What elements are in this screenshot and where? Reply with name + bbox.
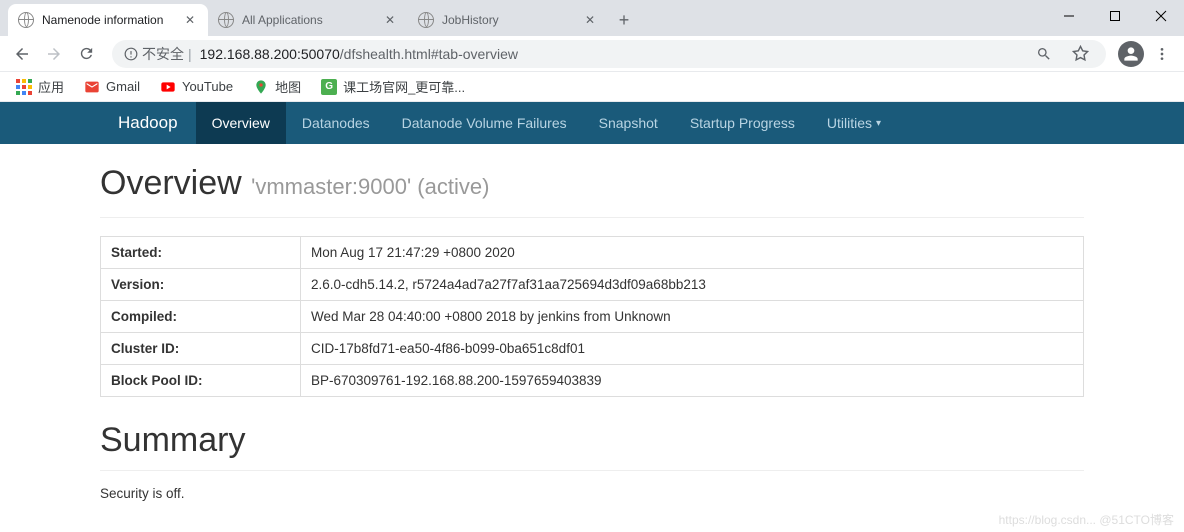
close-icon[interactable]: ✕: [182, 12, 198, 28]
star-icon[interactable]: [1066, 40, 1094, 68]
browser-toolbar: 不安全 | 192.168.88.200:50070/dfshealth.htm…: [0, 36, 1184, 72]
main-content: Overview 'vmmaster:9000' (active) Starte…: [0, 144, 1184, 501]
security-indicator[interactable]: 不安全 |: [124, 44, 192, 64]
gmail-icon: [84, 79, 100, 95]
close-button[interactable]: [1138, 0, 1184, 32]
table-row: Block Pool ID:BP-670309761-192.168.88.20…: [101, 365, 1084, 397]
close-icon[interactable]: ✕: [382, 12, 398, 28]
apps-label: 应用: [38, 77, 64, 96]
maximize-button[interactable]: [1092, 0, 1138, 32]
globe-icon: [18, 12, 34, 28]
back-button[interactable]: [8, 40, 36, 68]
reload-button[interactable]: [72, 40, 100, 68]
watermark: https://blog.csdn... @51CTO博客: [999, 511, 1174, 528]
table-row: Compiled:Wed Mar 28 04:40:00 +0800 2018 …: [101, 301, 1084, 333]
hadoop-nav: Hadoop Overview Datanodes Datanode Volum…: [0, 102, 1184, 144]
tab-title: Namenode information: [42, 13, 174, 27]
window-controls: [1046, 0, 1184, 32]
bookmark-maps[interactable]: 地图: [245, 73, 309, 100]
minimize-button[interactable]: [1046, 0, 1092, 32]
kgc-icon: G: [321, 79, 337, 95]
summary-title: Summary: [100, 421, 1084, 460]
table-row: Cluster ID:CID-17b8fd71-ea50-4f86-b099-0…: [101, 333, 1084, 365]
globe-icon: [218, 12, 234, 28]
table-row: Version:2.6.0-cdh5.14.2, r5724a4ad7a27f7…: [101, 269, 1084, 301]
maps-icon: [253, 79, 269, 95]
forward-button[interactable]: [40, 40, 68, 68]
divider: [100, 217, 1084, 218]
browser-tab-2[interactable]: JobHistory ✕: [408, 4, 608, 36]
nav-datanode-failures[interactable]: Datanode Volume Failures: [386, 102, 583, 144]
divider: [100, 470, 1084, 471]
address-bar[interactable]: 不安全 | 192.168.88.200:50070/dfshealth.htm…: [112, 40, 1106, 68]
nav-utilities[interactable]: Utilities▾: [811, 102, 897, 144]
globe-icon: [418, 12, 434, 28]
page-subtitle: 'vmmaster:9000' (active): [251, 174, 489, 199]
new-tab-button[interactable]: +: [608, 4, 640, 36]
youtube-icon: [160, 79, 176, 95]
tab-strip: Namenode information ✕ All Applications …: [0, 0, 1184, 36]
nav-startup-progress[interactable]: Startup Progress: [674, 102, 811, 144]
security-label: 不安全: [142, 44, 184, 64]
nav-snapshot[interactable]: Snapshot: [583, 102, 674, 144]
bookmarks-bar: 应用 Gmail YouTube 地图 G 课工场官网_更可靠...: [0, 72, 1184, 102]
page-title: Overview 'vmmaster:9000' (active): [100, 164, 1084, 203]
overview-table: Started:Mon Aug 17 21:47:29 +0800 2020 V…: [100, 236, 1084, 397]
browser-tab-1[interactable]: All Applications ✕: [208, 4, 408, 36]
close-icon[interactable]: ✕: [582, 12, 598, 28]
tab-title: All Applications: [242, 13, 374, 27]
apps-button[interactable]: 应用: [8, 73, 72, 100]
nav-datanodes[interactable]: Datanodes: [286, 102, 386, 144]
nav-overview[interactable]: Overview: [196, 102, 286, 144]
table-row: Started:Mon Aug 17 21:47:29 +0800 2020: [101, 237, 1084, 269]
apps-icon: [16, 79, 32, 95]
menu-button[interactable]: [1148, 40, 1176, 68]
search-icon[interactable]: [1030, 40, 1058, 68]
hadoop-brand[interactable]: Hadoop: [100, 113, 196, 133]
bookmark-kgc[interactable]: G 课工场官网_更可靠...: [313, 73, 473, 100]
browser-tab-0[interactable]: Namenode information ✕: [8, 4, 208, 36]
profile-avatar[interactable]: [1118, 41, 1144, 67]
url-text: 192.168.88.200:50070/dfshealth.html#tab-…: [200, 46, 1022, 62]
bookmark-gmail[interactable]: Gmail: [76, 75, 148, 99]
summary-security: Security is off.: [100, 486, 1084, 501]
bookmark-youtube[interactable]: YouTube: [152, 75, 241, 99]
chevron-down-icon: ▾: [876, 118, 881, 129]
tab-title: JobHistory: [442, 13, 574, 27]
